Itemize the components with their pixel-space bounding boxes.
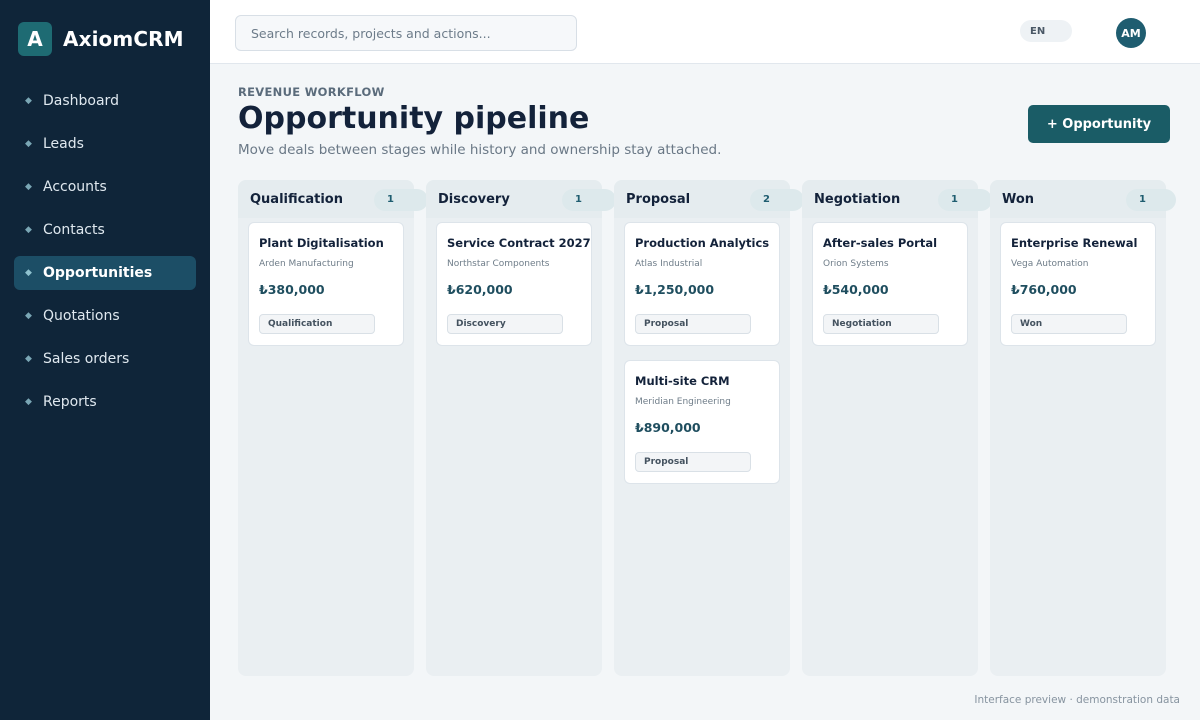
column-count-badge: 2 — [750, 189, 804, 211]
card-company: Meridian Engineering — [635, 397, 731, 407]
card-value: ₺540,000 — [823, 282, 889, 297]
sidebar-item-reports[interactable]: ◆ Reports — [14, 385, 196, 419]
column-header: Qualification 1 — [238, 180, 428, 218]
sidebar-item-label: Quotations — [43, 308, 120, 324]
card-title: After-sales Portal — [823, 236, 938, 250]
pipeline-column-negotiation: Negotiation 1 After-sales Portal Orion S… — [802, 180, 992, 676]
add-opportunity-button[interactable]: + Opportunity — [1028, 105, 1170, 143]
brand-logo-icon: A — [18, 22, 52, 56]
sidebar-item-label: Accounts — [43, 179, 107, 195]
sidebar-item-label: Sales orders — [43, 351, 130, 367]
footer-note: Interface preview · demonstration data — [974, 694, 1180, 706]
card-value: ₺380,000 — [259, 282, 325, 297]
card-title: Service Contract 2027 — [447, 236, 591, 250]
card-company: Northstar Components — [447, 259, 550, 269]
sidebar-item-opportunities[interactable]: ◆ Opportunities — [14, 256, 196, 290]
sidebar-item-label: Leads — [43, 136, 84, 152]
stage-badge: Discovery — [447, 314, 563, 334]
column-header: Negotiation 1 — [802, 180, 992, 218]
sidebar-item-label: Dashboard — [43, 93, 119, 109]
column-title: Qualification — [250, 192, 343, 207]
sidebar-item-quotations[interactable]: ◆ Quotations — [14, 299, 196, 333]
opportunity-card[interactable]: Enterprise Renewal Vega Automation ₺760,… — [1000, 222, 1156, 346]
stage-badge: Proposal — [635, 452, 751, 472]
sidebar-item-accounts[interactable]: ◆ Accounts — [14, 170, 196, 204]
column-count-badge: 1 — [1126, 189, 1176, 211]
opportunity-card[interactable]: Multi-site CRM Meridian Engineering ₺890… — [624, 360, 780, 484]
card-value: ₺620,000 — [447, 282, 513, 297]
diamond-icon: ◆ — [25, 96, 32, 106]
opportunity-card[interactable]: Service Contract 2027 Northstar Componen… — [436, 222, 592, 346]
diamond-icon: ◆ — [25, 182, 32, 192]
column-header: Won 1 — [990, 180, 1176, 218]
pipeline-column-qualification: Qualification 1 Plant Digitalisation Ard… — [238, 180, 428, 676]
search-input[interactable] — [235, 15, 577, 51]
sidebar-item-contacts[interactable]: ◆ Contacts — [14, 213, 196, 247]
pipeline-column-discovery: Discovery 1 Service Contract 2027 Norths… — [426, 180, 616, 676]
opportunity-card[interactable]: After-sales Portal Orion Systems ₺540,00… — [812, 222, 968, 346]
card-title: Production Analytics — [635, 236, 770, 250]
section-eyebrow: REVENUE WORKFLOW — [238, 85, 385, 99]
diamond-icon: ◆ — [25, 311, 32, 321]
pipeline-column-proposal: Proposal 2 Production Analytics Atlas In… — [614, 180, 804, 676]
column-title: Discovery — [438, 192, 510, 207]
avatar[interactable]: AM — [1116, 18, 1146, 48]
brand-name: AxiomCRM — [63, 27, 184, 51]
column-count-badge: 1 — [938, 189, 992, 211]
language-switcher[interactable]: EN — [1020, 20, 1072, 42]
brand[interactable]: A AxiomCRM — [18, 22, 184, 56]
column-header: Proposal 2 — [614, 180, 804, 218]
card-company: Orion Systems — [823, 259, 889, 269]
page-title: Opportunity pipeline — [238, 101, 590, 136]
card-value: ₺760,000 — [1011, 282, 1077, 297]
stage-badge: Won — [1011, 314, 1127, 334]
opportunity-card[interactable]: Production Analytics Atlas Industrial ₺1… — [624, 222, 780, 346]
sidebar-item-label: Reports — [43, 394, 97, 410]
diamond-icon: ◆ — [25, 397, 32, 407]
column-title: Won — [1002, 192, 1035, 207]
sidebar: A AxiomCRM ◆ Dashboard ◆ Leads ◆ Account… — [0, 0, 210, 720]
stage-badge: Qualification — [259, 314, 375, 334]
card-title: Enterprise Renewal — [1011, 236, 1138, 250]
sidebar-item-leads[interactable]: ◆ Leads — [14, 127, 196, 161]
sidebar-item-label: Opportunities — [43, 265, 153, 281]
sidebar-item-dashboard[interactable]: ◆ Dashboard — [14, 84, 196, 118]
pipeline-board: Qualification 1 Plant Digitalisation Ard… — [238, 180, 1176, 676]
pipeline-column-won: Won 1 Enterprise Renewal Vega Automation… — [990, 180, 1176, 676]
sidebar-nav: ◆ Dashboard ◆ Leads ◆ Accounts ◆ Contact… — [14, 84, 196, 428]
column-count-badge: 1 — [374, 189, 428, 211]
column-header: Discovery 1 — [426, 180, 616, 218]
page-subtitle: Move deals between stages while history … — [238, 142, 722, 158]
sidebar-item-label: Contacts — [43, 222, 105, 238]
column-title: Proposal — [626, 192, 691, 207]
topbar: EN AM — [210, 0, 1200, 64]
card-title: Plant Digitalisation — [259, 236, 384, 250]
diamond-icon: ◆ — [25, 225, 32, 235]
sidebar-item-sales-orders[interactable]: ◆ Sales orders — [14, 342, 196, 376]
card-value: ₺890,000 — [635, 420, 701, 435]
diamond-icon: ◆ — [25, 139, 32, 149]
diamond-icon: ◆ — [25, 354, 32, 364]
card-title: Multi-site CRM — [635, 374, 730, 388]
column-count-badge: 1 — [562, 189, 616, 211]
card-company: Vega Automation — [1011, 259, 1089, 269]
stage-badge: Negotiation — [823, 314, 939, 334]
column-title: Negotiation — [814, 192, 901, 207]
card-company: Arden Manufacturing — [259, 259, 354, 269]
stage-badge: Proposal — [635, 314, 751, 334]
diamond-icon: ◆ — [25, 268, 32, 278]
card-value: ₺1,250,000 — [635, 282, 715, 297]
card-company: Atlas Industrial — [635, 259, 703, 269]
opportunity-card[interactable]: Plant Digitalisation Arden Manufacturing… — [248, 222, 404, 346]
